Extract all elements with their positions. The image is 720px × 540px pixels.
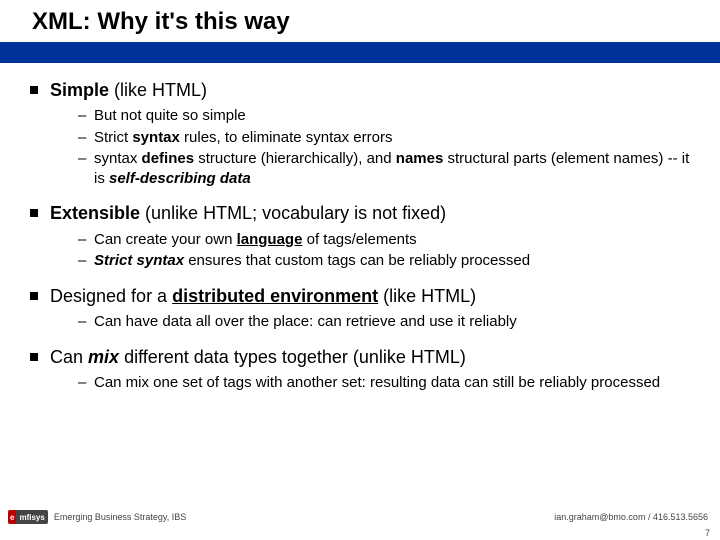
logo-red-part: e [8,510,16,524]
title-underline-bar [0,45,720,63]
logo-grey-part: mfisys [16,510,47,524]
sub-bullet-list: Can create your own language of tags/ele… [50,230,692,271]
bullet-item: Extensible (unlike HTML; vocabulary is n… [28,202,692,270]
content-area: Simple (like HTML) But not quite so simpl… [0,63,720,393]
title-block: XML: Why it's this way [0,0,720,45]
bullet-head: Simple (like HTML) [50,80,207,100]
sub-bullet-list: Can mix one set of tags with another set… [50,373,692,393]
sub-bullet-item: Can mix one set of tags with another set… [78,373,692,393]
bullet-head: Extensible (unlike HTML; vocabulary is n… [50,203,446,223]
footer-left-text: Emerging Business Strategy, IBS [54,512,186,522]
footer-right-text: ian.graham@bmo.com / 416.513.5656 [554,512,708,522]
sub-bullet-item: Can have data all over the place: can re… [78,312,692,332]
bullet-item: Designed for a distributed environment (… [28,285,692,332]
bullet-item: Simple (like HTML) But not quite so simpl… [28,79,692,188]
sub-bullet-list: But not quite so simpleStrict syntax rul… [50,106,692,188]
bullet-head: Designed for a distributed environment (… [50,286,476,306]
bullet-list: Simple (like HTML) But not quite so simpl… [28,79,692,393]
bullet-head: Can mix different data types together (u… [50,347,466,367]
logo: e mfisys [8,510,48,524]
footer: e mfisys Emerging Business Strategy, IBS… [0,508,720,526]
sub-bullet-item: Strict syntax rules, to eliminate syntax… [78,128,692,148]
slide-title: XML: Why it's this way [32,8,720,36]
sub-bullet-item: syntax defines structure (hierarchically… [78,149,692,188]
slide: XML: Why it's this way Simple (like HTML… [0,0,720,540]
sub-bullet-item: Strict syntax ensures that custom tags c… [78,251,692,271]
sub-bullet-item: Can create your own language of tags/ele… [78,230,692,250]
bullet-item: Can mix different data types together (u… [28,346,692,393]
sub-bullet-list: Can have data all over the place: can re… [50,312,692,332]
page-number: 7 [705,528,710,538]
sub-bullet-item: But not quite so simple [78,106,692,126]
